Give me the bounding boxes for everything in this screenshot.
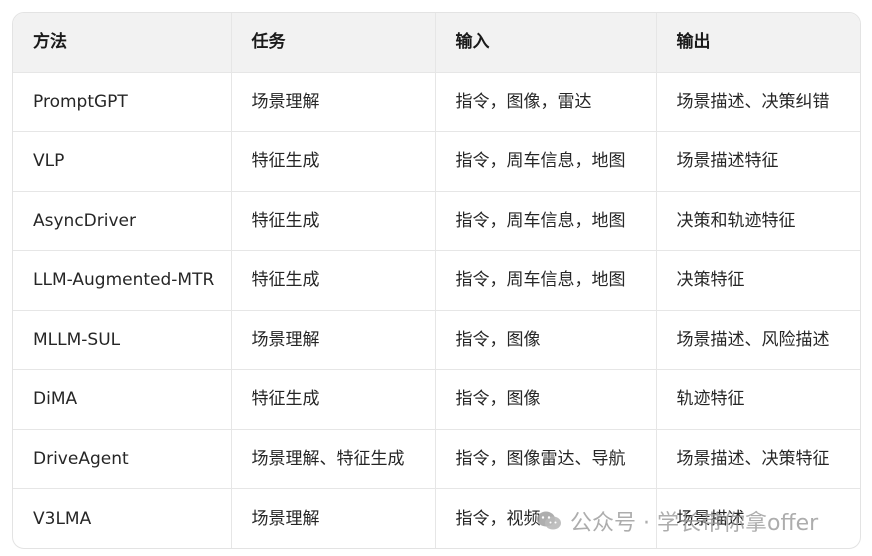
- cell-method: DriveAgent: [13, 429, 232, 489]
- cell-output: 场景描述、风险描述: [656, 310, 860, 370]
- table-row: MLLM-SUL 场景理解 指令，图像 场景描述、风险描述: [13, 310, 860, 370]
- cell-input: 指令，图像: [435, 310, 657, 370]
- cell-input: 指令，图像: [435, 369, 657, 430]
- table-row: LLM-Augmented-MTR 特征生成 指令，周车信息，地图 决策特征: [13, 250, 860, 311]
- cell-output: 场景描述、决策特征: [656, 429, 860, 489]
- cell-method: VLP: [13, 131, 232, 192]
- table-row: DriveAgent 场景理解、特征生成 指令，图像雷达、导航 场景描述、决策特…: [13, 429, 860, 489]
- cell-output: 场景描述: [676, 508, 745, 529]
- cell-input: 指令，周车信息，地图: [435, 250, 657, 311]
- comparison-table: 方法 任务 输入 输出 PromptGPT 场景理解 指令，图像，雷达 场景描述…: [12, 12, 861, 549]
- header-method: 方法: [13, 13, 232, 73]
- cell-task: 场景理解、特征生成: [231, 429, 436, 489]
- cell-output: 决策特征: [656, 250, 860, 311]
- cell-task: 特征生成: [231, 191, 436, 251]
- cell-method: LLM-Augmented-MTR: [13, 250, 232, 311]
- header-input: 输入: [435, 13, 657, 73]
- cell-output: 轨迹特征: [656, 369, 860, 430]
- cell-method: MLLM-SUL: [13, 310, 232, 370]
- cell-task: 特征生成: [231, 369, 436, 430]
- cell-method: PromptGPT: [13, 72, 232, 132]
- cell-task: 特征生成: [231, 131, 436, 192]
- cell-input: 指令，图像雷达、导航: [435, 429, 657, 489]
- cell-method: V3LMA: [13, 488, 232, 548]
- table-row: AsyncDriver 特征生成 指令，周车信息，地图 决策和轨迹特征: [13, 191, 860, 251]
- cell-task: 特征生成: [231, 250, 436, 311]
- table-row: DiMA 特征生成 指令，图像 轨迹特征: [13, 369, 860, 430]
- table-row: PromptGPT 场景理解 指令，图像，雷达 场景描述、决策纠错: [13, 72, 860, 132]
- table-row: VLP 特征生成 指令，周车信息，地图 场景描述特征: [13, 131, 860, 192]
- cell-input: 指令，视频: [435, 488, 657, 548]
- cell-method: AsyncDriver: [13, 191, 232, 251]
- cell-output: 场景描述特征: [656, 131, 860, 192]
- cell-input: 指令，周车信息，地图: [435, 191, 657, 251]
- cell-output: 场景描述、决策纠错: [656, 72, 860, 132]
- cell-input: 指令，图像，雷达: [435, 72, 657, 132]
- header-output: 输出: [656, 13, 860, 73]
- cell-input: 指令，周车信息，地图: [435, 131, 657, 192]
- cell-task: 场景理解: [231, 310, 436, 370]
- header-task: 任务: [231, 13, 436, 73]
- table-header-row: 方法 任务 输入 输出: [13, 13, 860, 73]
- methods-table: 方法 任务 输入 输出 PromptGPT 场景理解 指令，图像，雷达 场景描述…: [13, 13, 860, 548]
- cell-task: 场景理解: [231, 72, 436, 132]
- cell-task: 场景理解: [231, 488, 436, 548]
- cell-output: 决策和轨迹特征: [656, 191, 860, 251]
- table-row: V3LMA 场景理解 指令，视频 场景描述: [13, 488, 860, 548]
- cell-method: DiMA: [13, 369, 232, 430]
